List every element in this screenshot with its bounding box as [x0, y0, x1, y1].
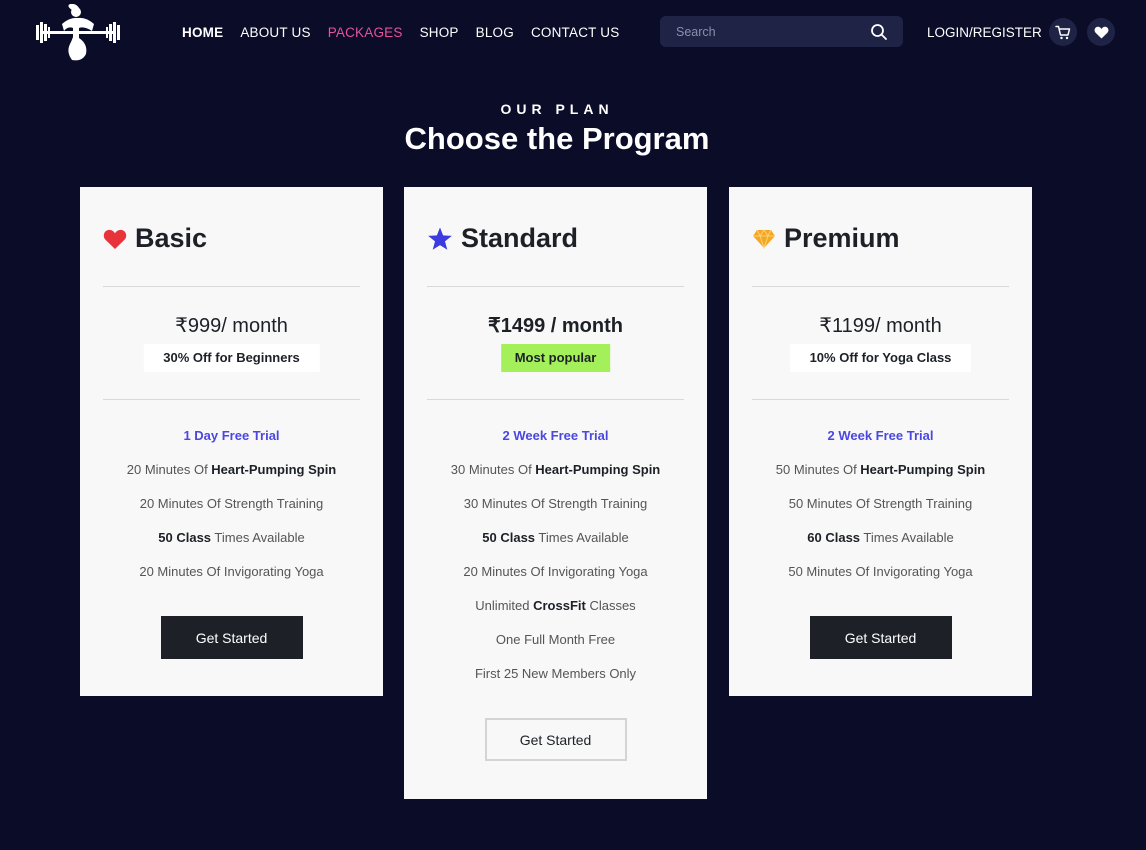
feature-list: 2 Week Free Trial 50 Minutes Of Heart-Pu…	[729, 426, 1032, 596]
cart-button[interactable]	[1049, 18, 1077, 46]
plan-name: Basic	[135, 223, 208, 253]
price-text: 999/ month	[187, 315, 288, 337]
feature-list: 2 Week Free Trial 30 Minutes Of Heart-Pu…	[404, 426, 707, 698]
cart-icon	[1055, 25, 1071, 39]
trial-label: 2 Week Free Trial	[502, 428, 609, 443]
feature-item: 20 Minutes Of Invigorating Yoga	[463, 564, 648, 579]
feature-item: First 25 New Members Only	[474, 666, 637, 681]
nav-packages[interactable]: PACKAGES	[328, 25, 403, 40]
gym-logo[interactable]	[32, 3, 124, 62]
trial-label: 2 Week Free Trial	[827, 428, 934, 443]
feature-item: Unlimited CrossFit Classes	[475, 598, 636, 613]
heart-icon	[1094, 26, 1108, 38]
divider	[752, 286, 1009, 287]
get-started-button[interactable]: Get Started	[809, 616, 952, 659]
plan-price: ₹999/ month	[80, 313, 383, 338]
section-title: Choose the Program	[404, 121, 710, 156]
nav-about-us[interactable]: ABOUT US	[240, 25, 310, 40]
star-icon	[428, 227, 452, 250]
feature-item: 50 Minutes Of Invigorating Yoga	[788, 564, 973, 579]
plan-badge: 10% Off for Yoga Class	[789, 344, 972, 372]
plan-name: Premium	[784, 223, 900, 253]
divider	[427, 286, 684, 287]
plan-header: Premium	[752, 223, 900, 254]
main-nav: HOME ABOUT US PACKAGES SHOP BLOG CONTACT…	[182, 25, 619, 40]
plan-card-premium: Premium ₹1199/ month 10% Off for Yoga Cl…	[729, 187, 1032, 696]
feature-item: 50 Minutes Of Strength Training	[788, 496, 973, 511]
plan-name: Standard	[461, 223, 579, 253]
feature-item: 30 Minutes Of Heart-Pumping Spin	[450, 462, 661, 477]
section-kicker: OUR PLAN	[500, 101, 614, 117]
currency-symbol: ₹	[819, 315, 832, 337]
divider	[427, 399, 684, 400]
currency-symbol: ₹	[488, 315, 501, 337]
feature-item: 50 Class Times Available	[482, 530, 629, 545]
nav-contact-us[interactable]: CONTACT US	[531, 25, 620, 40]
feature-item: 50 Class Times Available	[158, 530, 305, 545]
login-register-link[interactable]: LOGIN/REGISTER	[927, 25, 1042, 40]
feature-item: 20 Minutes Of Heart-Pumping Spin	[126, 462, 337, 477]
search-bar	[660, 16, 903, 47]
nav-shop[interactable]: SHOP	[420, 25, 459, 40]
price-text: 1499 / month	[500, 315, 623, 337]
plan-card-basic: Basic ₹999/ month 30% Off for Beginners …	[80, 187, 383, 696]
get-started-button[interactable]: Get Started	[160, 616, 303, 659]
search-input[interactable]	[676, 16, 856, 47]
heart-icon	[103, 229, 127, 249]
feature-item: 30 Minutes Of Strength Training	[463, 496, 648, 511]
feature-item: 50 Minutes Of Heart-Pumping Spin	[775, 462, 986, 477]
plan-card-standard: Standard ₹1499 / month Most popular 2 We…	[404, 187, 707, 799]
trial-label: 1 Day Free Trial	[183, 428, 280, 443]
plan-price: ₹1499 / month	[404, 313, 707, 338]
plan-header: Basic	[103, 223, 207, 254]
currency-symbol: ₹	[175, 315, 188, 337]
divider	[752, 399, 1009, 400]
search-icon[interactable]	[870, 23, 888, 41]
feature-item: 60 Class Times Available	[807, 530, 954, 545]
fitness-woman-logo-icon	[36, 3, 120, 61]
divider	[103, 286, 360, 287]
nav-blog[interactable]: BLOG	[476, 25, 514, 40]
feature-item: 20 Minutes Of Invigorating Yoga	[139, 564, 324, 579]
plan-badge: 30% Off for Beginners	[143, 344, 320, 372]
plan-header: Standard	[427, 223, 578, 254]
price-text: 1199/ month	[832, 315, 942, 337]
get-started-button[interactable]: Get Started	[484, 718, 627, 761]
feature-item: 20 Minutes Of Strength Training	[139, 496, 324, 511]
plan-price: ₹1199/ month	[729, 313, 1032, 338]
feature-list: 1 Day Free Trial 20 Minutes Of Heart-Pum…	[80, 426, 383, 596]
feature-item: One Full Month Free	[495, 632, 616, 647]
diamond-icon	[753, 228, 775, 249]
wishlist-button[interactable]	[1087, 18, 1115, 46]
nav-home[interactable]: HOME	[182, 25, 223, 40]
divider	[103, 399, 360, 400]
most-popular-badge: Most popular	[500, 344, 611, 372]
